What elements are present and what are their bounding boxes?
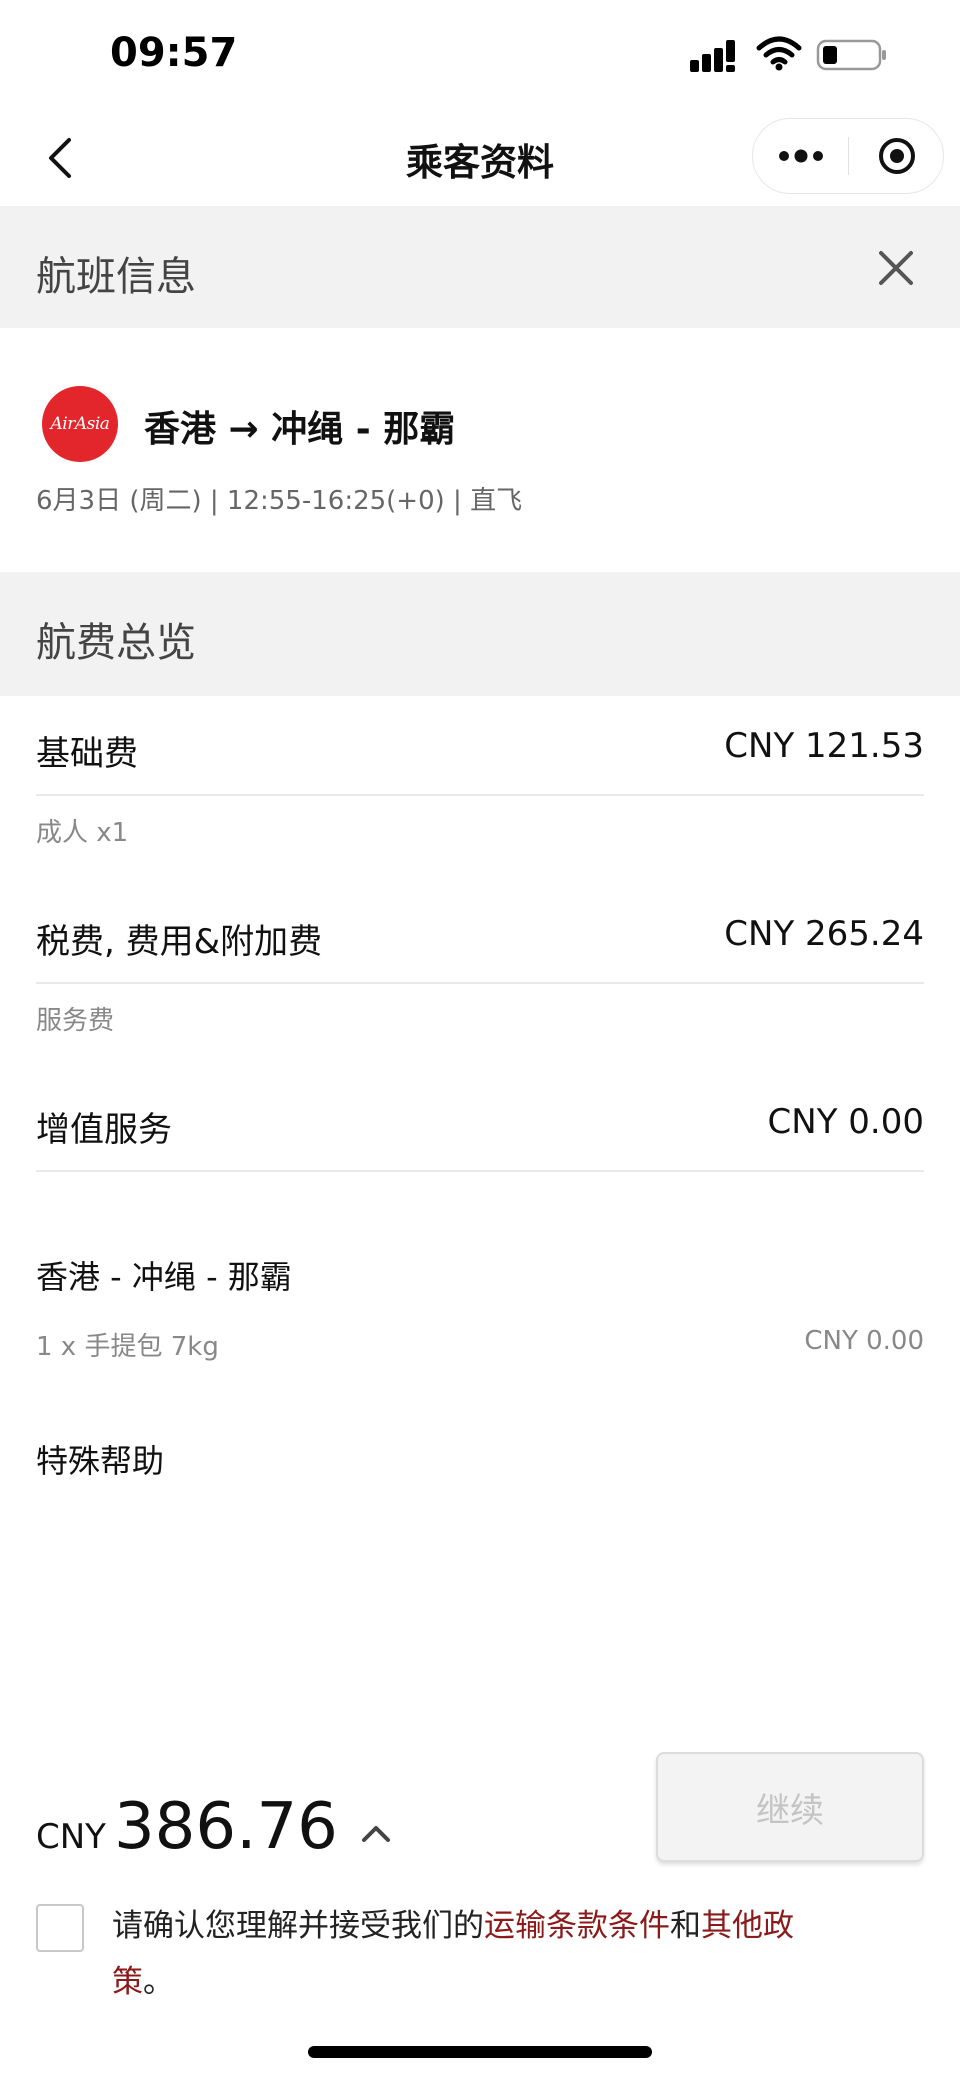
fare-overview-header: 航费总览 xyxy=(0,572,960,696)
fare-sub: 服务费 xyxy=(36,1006,115,1036)
status-bar: 09:57 xyxy=(0,0,960,110)
fare-name: 增值服务 xyxy=(36,1110,172,1150)
signal-icon xyxy=(690,40,735,72)
more-icon xyxy=(779,149,823,163)
total-value: 386.76 xyxy=(113,1790,338,1864)
mini-program-capsule xyxy=(752,118,944,194)
flight-meta: 6月3日 (周二) | 12:55-16:25(+0) | 直飞 xyxy=(36,486,523,516)
addon-item: 1 x 手提包 7kg xyxy=(36,1332,219,1362)
flight-route: 香港 → 冲绳 - 那霸 xyxy=(144,409,456,450)
continue-button[interactable]: 继续 xyxy=(656,1752,924,1862)
addon-segment: 香港 - 冲绳 - 那霸 xyxy=(36,1258,292,1296)
status-time: 09:57 xyxy=(110,30,238,76)
addon-amount: CNY 0.00 xyxy=(804,1326,924,1356)
terms-and: 和 xyxy=(670,1908,701,1944)
fare-row-taxes: 税费, 费用&附加费 CNY 265.24 xyxy=(36,884,924,984)
carriage-terms-link[interactable]: 运输条款条件 xyxy=(484,1908,670,1944)
airline-logo: AirAsia xyxy=(42,386,118,462)
exit-mini-program-button[interactable] xyxy=(849,119,945,193)
home-indicator xyxy=(308,2046,652,2058)
close-button[interactable] xyxy=(870,242,922,294)
fare-amount: CNY 0.00 xyxy=(767,1102,924,1142)
total-price: CNY 386.76 xyxy=(36,1790,338,1864)
fare-sub: 成人 x1 xyxy=(36,818,129,848)
fare-name: 税费, 费用&附加费 xyxy=(36,922,323,962)
battery-icon xyxy=(816,39,886,71)
total-currency: CNY xyxy=(36,1817,106,1857)
flight-info-title: 航班信息 xyxy=(36,254,196,300)
special-assistance: 特殊帮助 xyxy=(36,1442,165,1480)
wifi-icon xyxy=(756,36,802,71)
fare-amount: CNY 265.24 xyxy=(724,914,924,954)
fare-row-base: 基础费 CNY 121.53 xyxy=(36,696,924,796)
terms-prefix: 请确认您理解并接受我们的 xyxy=(112,1908,484,1944)
more-button[interactable] xyxy=(753,119,849,193)
fare-overview-title: 航费总览 xyxy=(36,620,196,666)
terms-text: 请确认您理解并接受我们的运输条款条件和其他政策。 xyxy=(112,1898,832,2010)
nav-bar: 乘客资料 xyxy=(0,110,960,206)
fare-row-addons: 增值服务 CNY 0.00 xyxy=(36,1072,924,1172)
back-button[interactable] xyxy=(30,128,90,188)
flight-info-header: 航班信息 xyxy=(0,206,960,330)
fare-amount: CNY 121.53 xyxy=(724,726,924,766)
back-icon xyxy=(49,138,71,178)
fare-name: 基础费 xyxy=(36,734,138,774)
airline-logo-text: AirAsia xyxy=(50,414,110,434)
terms-checkbox[interactable] xyxy=(36,1904,84,1952)
chevron-up-icon xyxy=(362,1826,390,1842)
terms-suffix: 。 xyxy=(143,1964,174,2000)
close-icon xyxy=(879,251,913,285)
flight-card: AirAsia 香港 → 冲绳 - 那霸 6月3日 (周二) | 12:55-1… xyxy=(0,328,960,572)
expand-price-button[interactable] xyxy=(352,1810,400,1858)
target-icon xyxy=(879,138,915,174)
